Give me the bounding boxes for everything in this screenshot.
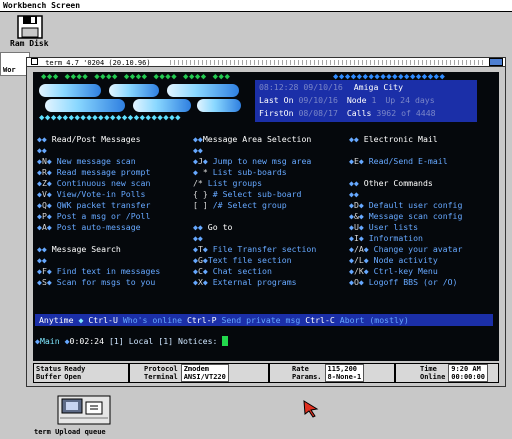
menu-item-node-activity[interactable]: ◆/L◆ Node activity (349, 255, 438, 266)
menu-item-continuous-scan[interactable]: ◆Z◆ Continuous new scan (37, 178, 150, 189)
menu-item-read-prompt[interactable]: ◆R◆ Read message prompt (37, 167, 150, 178)
info-first-on: 08/08/17 (298, 108, 338, 118)
window-fragment-title: Wor (3, 66, 16, 74)
menu-item-chat[interactable]: ◆C◆ Chat section (193, 266, 272, 277)
menu-item-jump-new[interactable]: ◆J◆ Jump to new msg area (193, 156, 311, 167)
user-info-box: 08:12:28 09/10/16 Amiga City Last On 09/… (255, 80, 477, 122)
menu-item-external[interactable]: ◆X◆ External programs (193, 277, 297, 288)
terminal-title-bar[interactable]: term 4.7 '0204 (20.10.96) (27, 58, 505, 67)
info-calls-label: Calls (346, 108, 372, 118)
status-bar: Status Buffer Ready Open Protocol Terminal … (33, 363, 499, 383)
menu-item-polls[interactable]: ◆V◆ View/Vote-in Polls (37, 189, 145, 200)
text-cursor (222, 336, 229, 346)
menu-item-qwk[interactable]: ◆Q◆ QWK packet transfer (37, 200, 150, 211)
status-box-rate: Rate Params. 115,200 8-None-1 (269, 363, 395, 383)
depth-gadget-icon[interactable] (489, 58, 503, 66)
decor-diamonds: ◆◆ (349, 189, 359, 199)
terminal-window[interactable]: term 4.7 '0204 (20.10.96) ◆◆◆ ◆◆◆◆ ◆◆◆◆ … (26, 57, 506, 387)
menu-item-default-config[interactable]: ◆D◆ Default user config (349, 200, 462, 211)
prompt-notices: [1] Notices: (158, 336, 218, 346)
close-gadget-icon[interactable] (31, 58, 38, 65)
info-node: 1 (371, 95, 377, 105)
upload-queue-icon[interactable] (56, 394, 112, 426)
menu-item-avatar[interactable]: ◆/A◆ Change your avatar (349, 244, 462, 255)
help-text-1: Who's online (122, 315, 182, 325)
section-msg-area: ◆◆Message Area Selection (193, 134, 312, 144)
info-up: 24 days (400, 95, 435, 105)
menu-item-list-subboards[interactable]: ◆ * List sub-boards (193, 167, 287, 178)
prompt-time: 0:02:24 (69, 336, 105, 346)
section-other: ◆◆ Other Commands (349, 178, 433, 188)
upload-queue-label: term Upload queue (34, 428, 106, 436)
menu-item-auto-message[interactable]: ◆A◆ Post auto-message (37, 222, 141, 233)
info-last-on: 09/10/16 (298, 95, 338, 105)
terminal-title: term 4.7 '0204 (20.10.96) (45, 59, 151, 67)
menu-item-find-text[interactable]: ◆F◆ Find text in messages (37, 266, 160, 277)
info-last-on-label: Last On (259, 95, 294, 105)
workbench-title: Workbench Screen (3, 1, 81, 10)
section-goto: ◆◆ Go to (193, 222, 233, 232)
decor-diamonds: ◆◆ (193, 145, 203, 155)
info-calls: 3962 of 4448 (376, 108, 436, 118)
info-first-on-label: FirstOn (259, 108, 294, 118)
info-clock: 08:12:28 09/10/16 (259, 82, 343, 92)
decor-diamonds: ◆◆ (37, 145, 47, 155)
bbs-logo: ◆◆◆◆◆◆◆◆◆◆◆◆◆◆◆◆◆◆◆◆◆◆◆◆ (39, 82, 249, 123)
help-anytime: Anytime (39, 315, 74, 325)
help-key-1: Ctrl-U (88, 315, 118, 325)
menu-item-post-msg[interactable]: ◆P◆ Post a msg or /Poll (37, 211, 150, 222)
workbench-title-bar[interactable]: Workbench Screen (0, 0, 512, 12)
menu-item-select-group[interactable]: [ ] /# Select group (193, 200, 287, 211)
section-email: ◆◆ Electronic Mail (349, 134, 438, 144)
menu-item-text-files[interactable]: ◆G◆Text file section (193, 255, 292, 266)
prompt-area: Main (39, 336, 60, 346)
ram-disk-icon[interactable] (14, 14, 48, 42)
command-prompt[interactable]: ◆Main ◆0:02:24 [1] Local [1] Notices: (35, 336, 229, 347)
titlebar-drag-stripes (167, 60, 485, 65)
info-up-label: Up (385, 95, 396, 105)
menu-item-email[interactable]: ◆E◆ Read/Send E-mail (349, 156, 448, 167)
info-node-label: Node (346, 95, 367, 105)
help-text-3: Abort (mostly) (339, 315, 409, 325)
menu-item-file-transfer[interactable]: ◆T◆ File Transfer section (193, 244, 316, 255)
menu-item-information[interactable]: ◆I◆ Information (349, 233, 423, 244)
mouse-pointer-icon (303, 400, 319, 418)
menu-item-scan-config[interactable]: ◆&◆ Message scan config (349, 211, 462, 222)
section-msg-search: ◆◆ Message Search (37, 244, 121, 254)
section-read-post: ◆◆ Read/Post Messages (37, 134, 141, 144)
help-key-2: Ctrl-P (186, 315, 217, 325)
menu-item-logoff[interactable]: ◆O◆ Logoff BBS (or /O) (349, 277, 457, 288)
decor-diamonds: ◆◆ (193, 233, 203, 243)
menu-item-new-scan[interactable]: ◆N◆ New message scan (37, 156, 136, 167)
ram-disk-label: Ram Disk (10, 39, 49, 48)
help-key-3: Ctrl-C (305, 315, 335, 325)
decor-diamonds: ◆◆ (37, 255, 47, 265)
status-box-protocol: Protocol Terminal Zmodem ANSI/VT220 (129, 363, 269, 383)
menu-item-user-lists[interactable]: ◆U◆ User lists (349, 222, 418, 233)
status-box-time: Time Online 9:20 AM 00:00:00 (395, 363, 499, 383)
decor-gem-row: ◆◆◆◆◆◆◆◆◆◆◆◆◆◆◆◆◆◆◆◆◆◆◆◆ (39, 113, 182, 123)
menu-item-scan-to-you[interactable]: ◆S◆ Scan for msgs to you (37, 277, 155, 288)
menu-item-list-groups[interactable]: /* List groups (193, 178, 262, 189)
menu-item-ctrl-key[interactable]: ◆/K◆ Ctrl-key Menu (349, 266, 438, 277)
status-box-status: Status Buffer Ready Open (33, 363, 129, 383)
help-text-2: Send private msg (221, 315, 301, 325)
prompt-sub: [1] Local (108, 336, 154, 346)
terminal-screen[interactable]: ◆◆◆ ◆◆◆◆ ◆◆◆◆ ◆◆◆◆ ◆◆◆◆ ◆◆◆◆ ◆◆◆ ◆◆◆◆◆◆◆… (33, 72, 499, 361)
menu-item-select-subboard[interactable]: { } # Select sub-board (193, 189, 301, 200)
help-bar: Anytime ◆ Ctrl-U Who's online Ctrl-P Sen… (35, 314, 493, 326)
decor-gem-row: ◆◆◆ ◆◆◆◆ ◆◆◆◆ ◆◆◆◆ ◆◆◆◆ ◆◆◆◆ ◆◆◆ (41, 72, 231, 82)
info-system-name: Amiga City (353, 82, 404, 92)
